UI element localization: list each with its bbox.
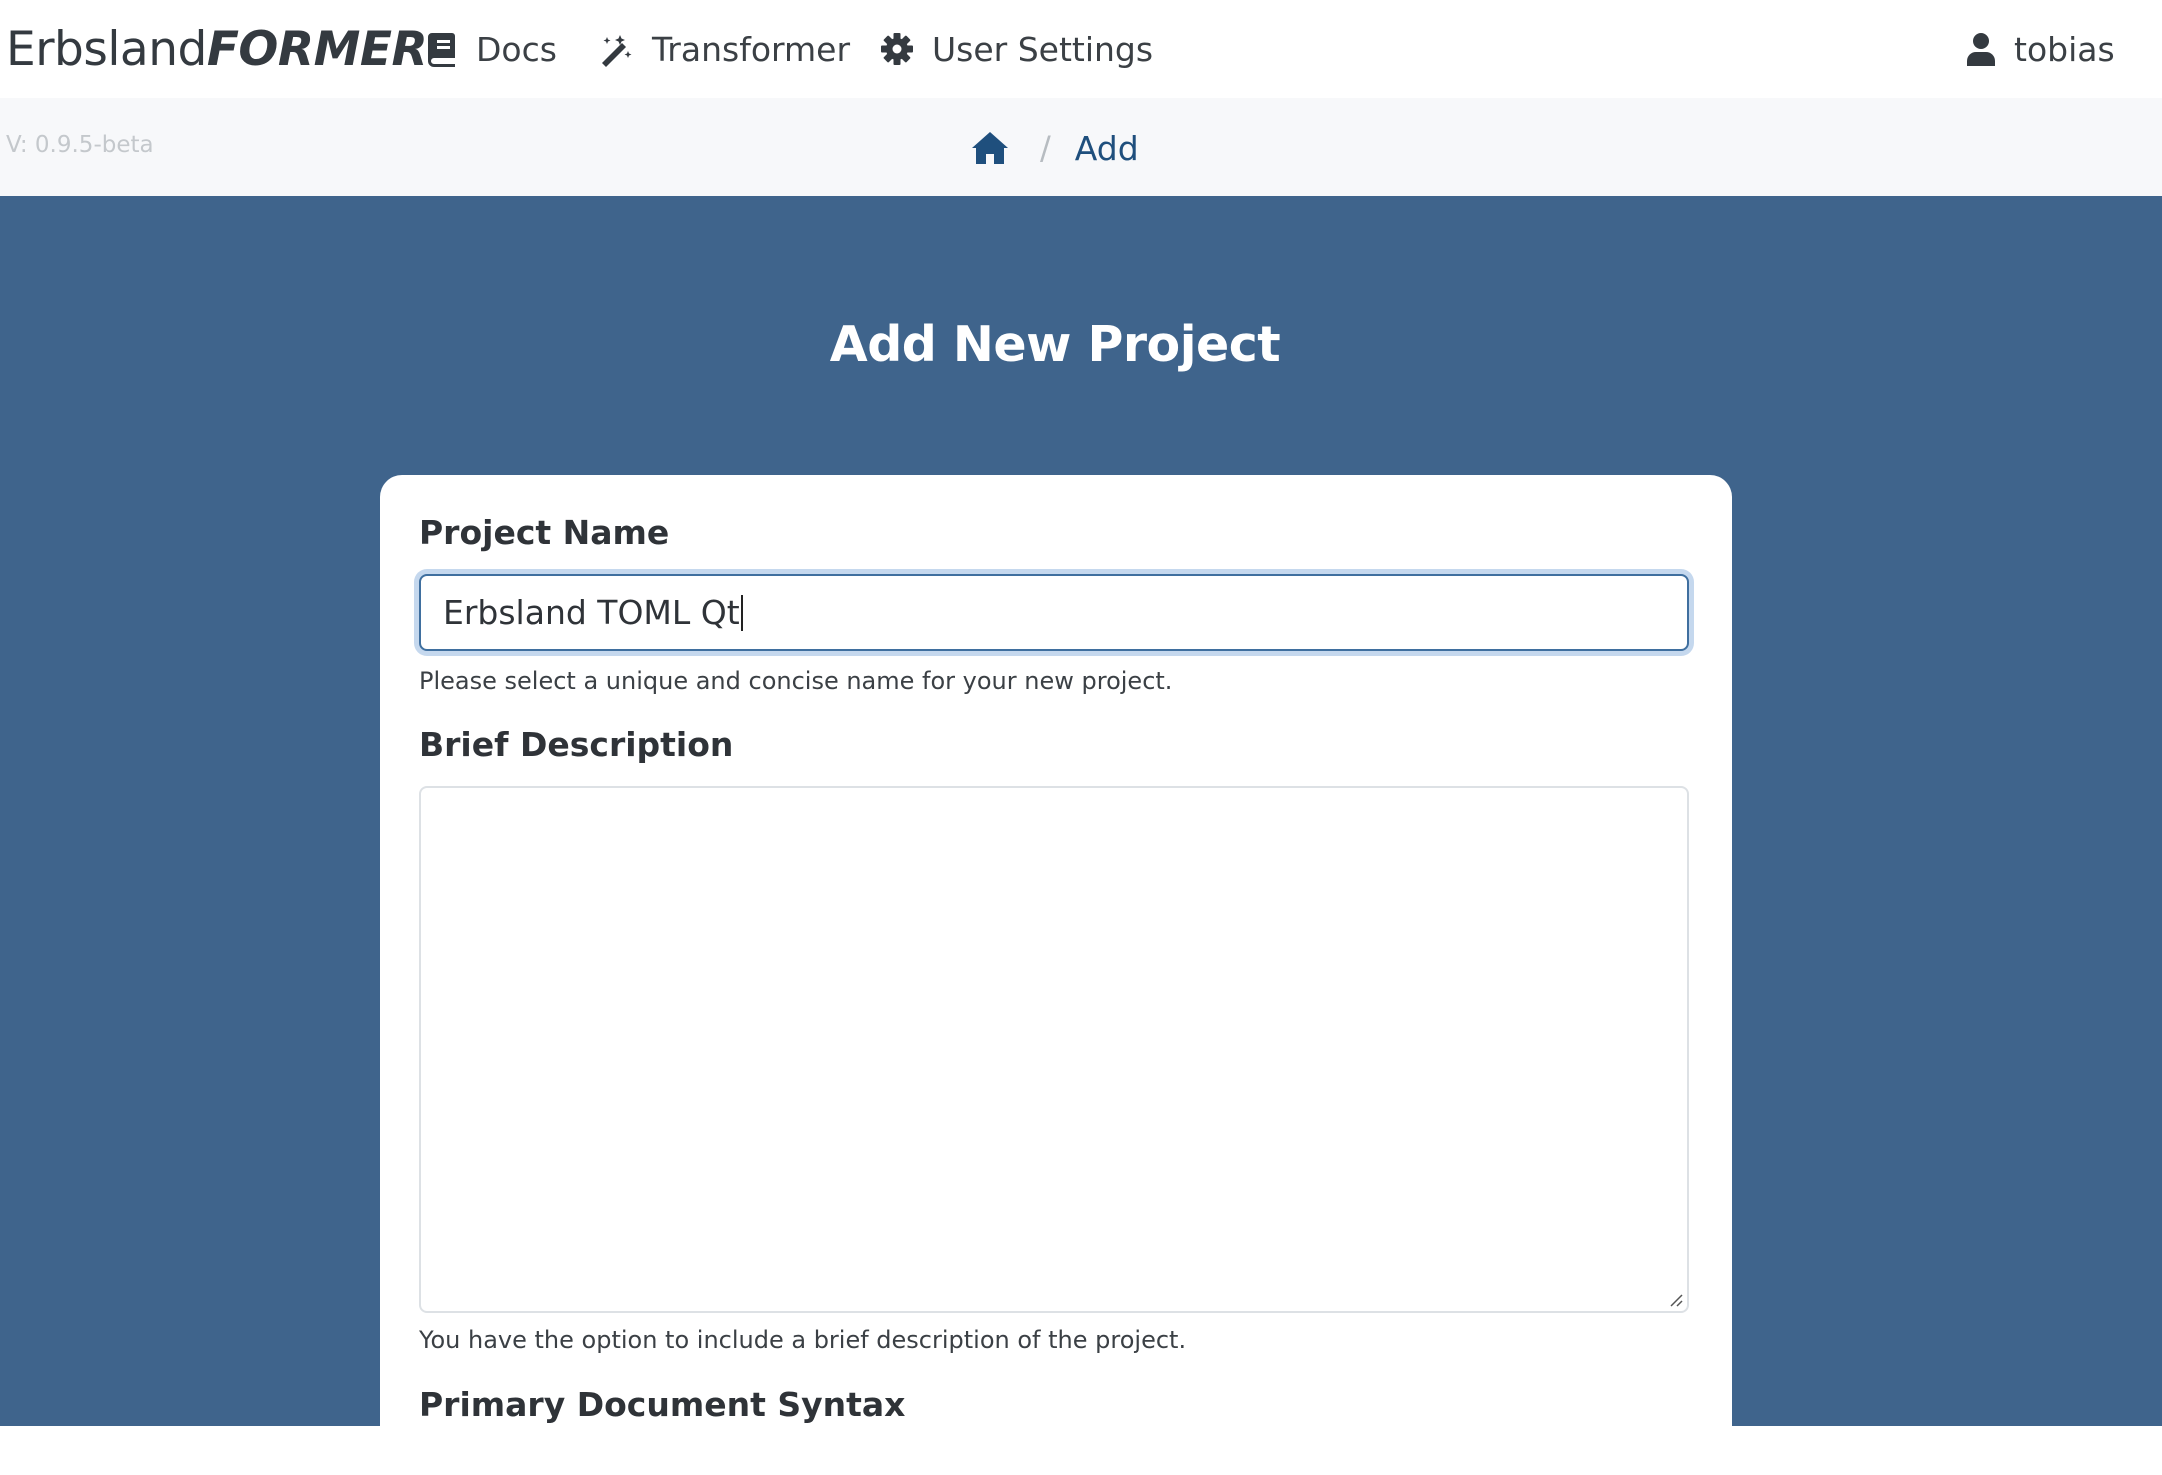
nav-user-menu[interactable]: tobias <box>1966 22 2115 76</box>
project-name-help: Please select a unique and concise name … <box>419 667 1173 695</box>
brand-name-bold: FORMER <box>206 21 428 77</box>
nav-user-settings-link[interactable]: User Settings <box>880 22 1153 76</box>
breadcrumb: / Add <box>970 126 1139 170</box>
home-icon[interactable] <box>970 130 1010 166</box>
project-name-value: Erbsland TOML Qt <box>443 593 740 632</box>
project-name-label: Project Name <box>419 513 670 552</box>
page-title: Add New Project <box>829 316 1281 373</box>
add-project-form-card: Project Name Erbsland TOML Qt Please sel… <box>380 475 1732 1475</box>
user-icon <box>1967 33 1995 66</box>
nav-transformer-link[interactable]: Transformer <box>598 22 850 76</box>
nav-transformer-label: Transformer <box>652 29 851 69</box>
nav-user-settings-label: User Settings <box>932 29 1154 69</box>
nav-docs-link[interactable]: Docs <box>428 22 557 76</box>
brand-logo[interactable]: Erbsland FORMER <box>6 18 428 80</box>
breadcrumb-separator: / <box>1040 129 1051 167</box>
resize-handle-icon[interactable] <box>1669 1293 1683 1307</box>
description-label: Brief Description <box>419 725 734 764</box>
description-help: You have the option to include a brief d… <box>419 1326 1187 1354</box>
primary-syntax-label: Primary Document Syntax <box>419 1385 906 1424</box>
description-textarea[interactable] <box>419 786 1689 1313</box>
main-content: Add New Project Project Name Erbsland TO… <box>0 196 2162 1475</box>
nav-user-label: tobias <box>2014 29 2115 69</box>
breadcrumb-bar: V: 0.9.5-beta / Add <box>0 98 2162 196</box>
gear-icon <box>881 33 913 65</box>
version-label: V: 0.9.5-beta <box>6 132 154 158</box>
nav-docs-label: Docs <box>476 29 557 69</box>
brand-name-regular: Erbsland <box>6 21 207 77</box>
top-navbar: Erbsland FORMER Docs Transformer User Se… <box>0 0 2162 98</box>
project-name-input[interactable]: Erbsland TOML Qt <box>419 574 1689 651</box>
magic-wand-icon <box>602 35 632 67</box>
breadcrumb-current: Add <box>1074 128 1139 168</box>
text-caret <box>740 594 743 631</box>
book-icon <box>428 33 455 67</box>
